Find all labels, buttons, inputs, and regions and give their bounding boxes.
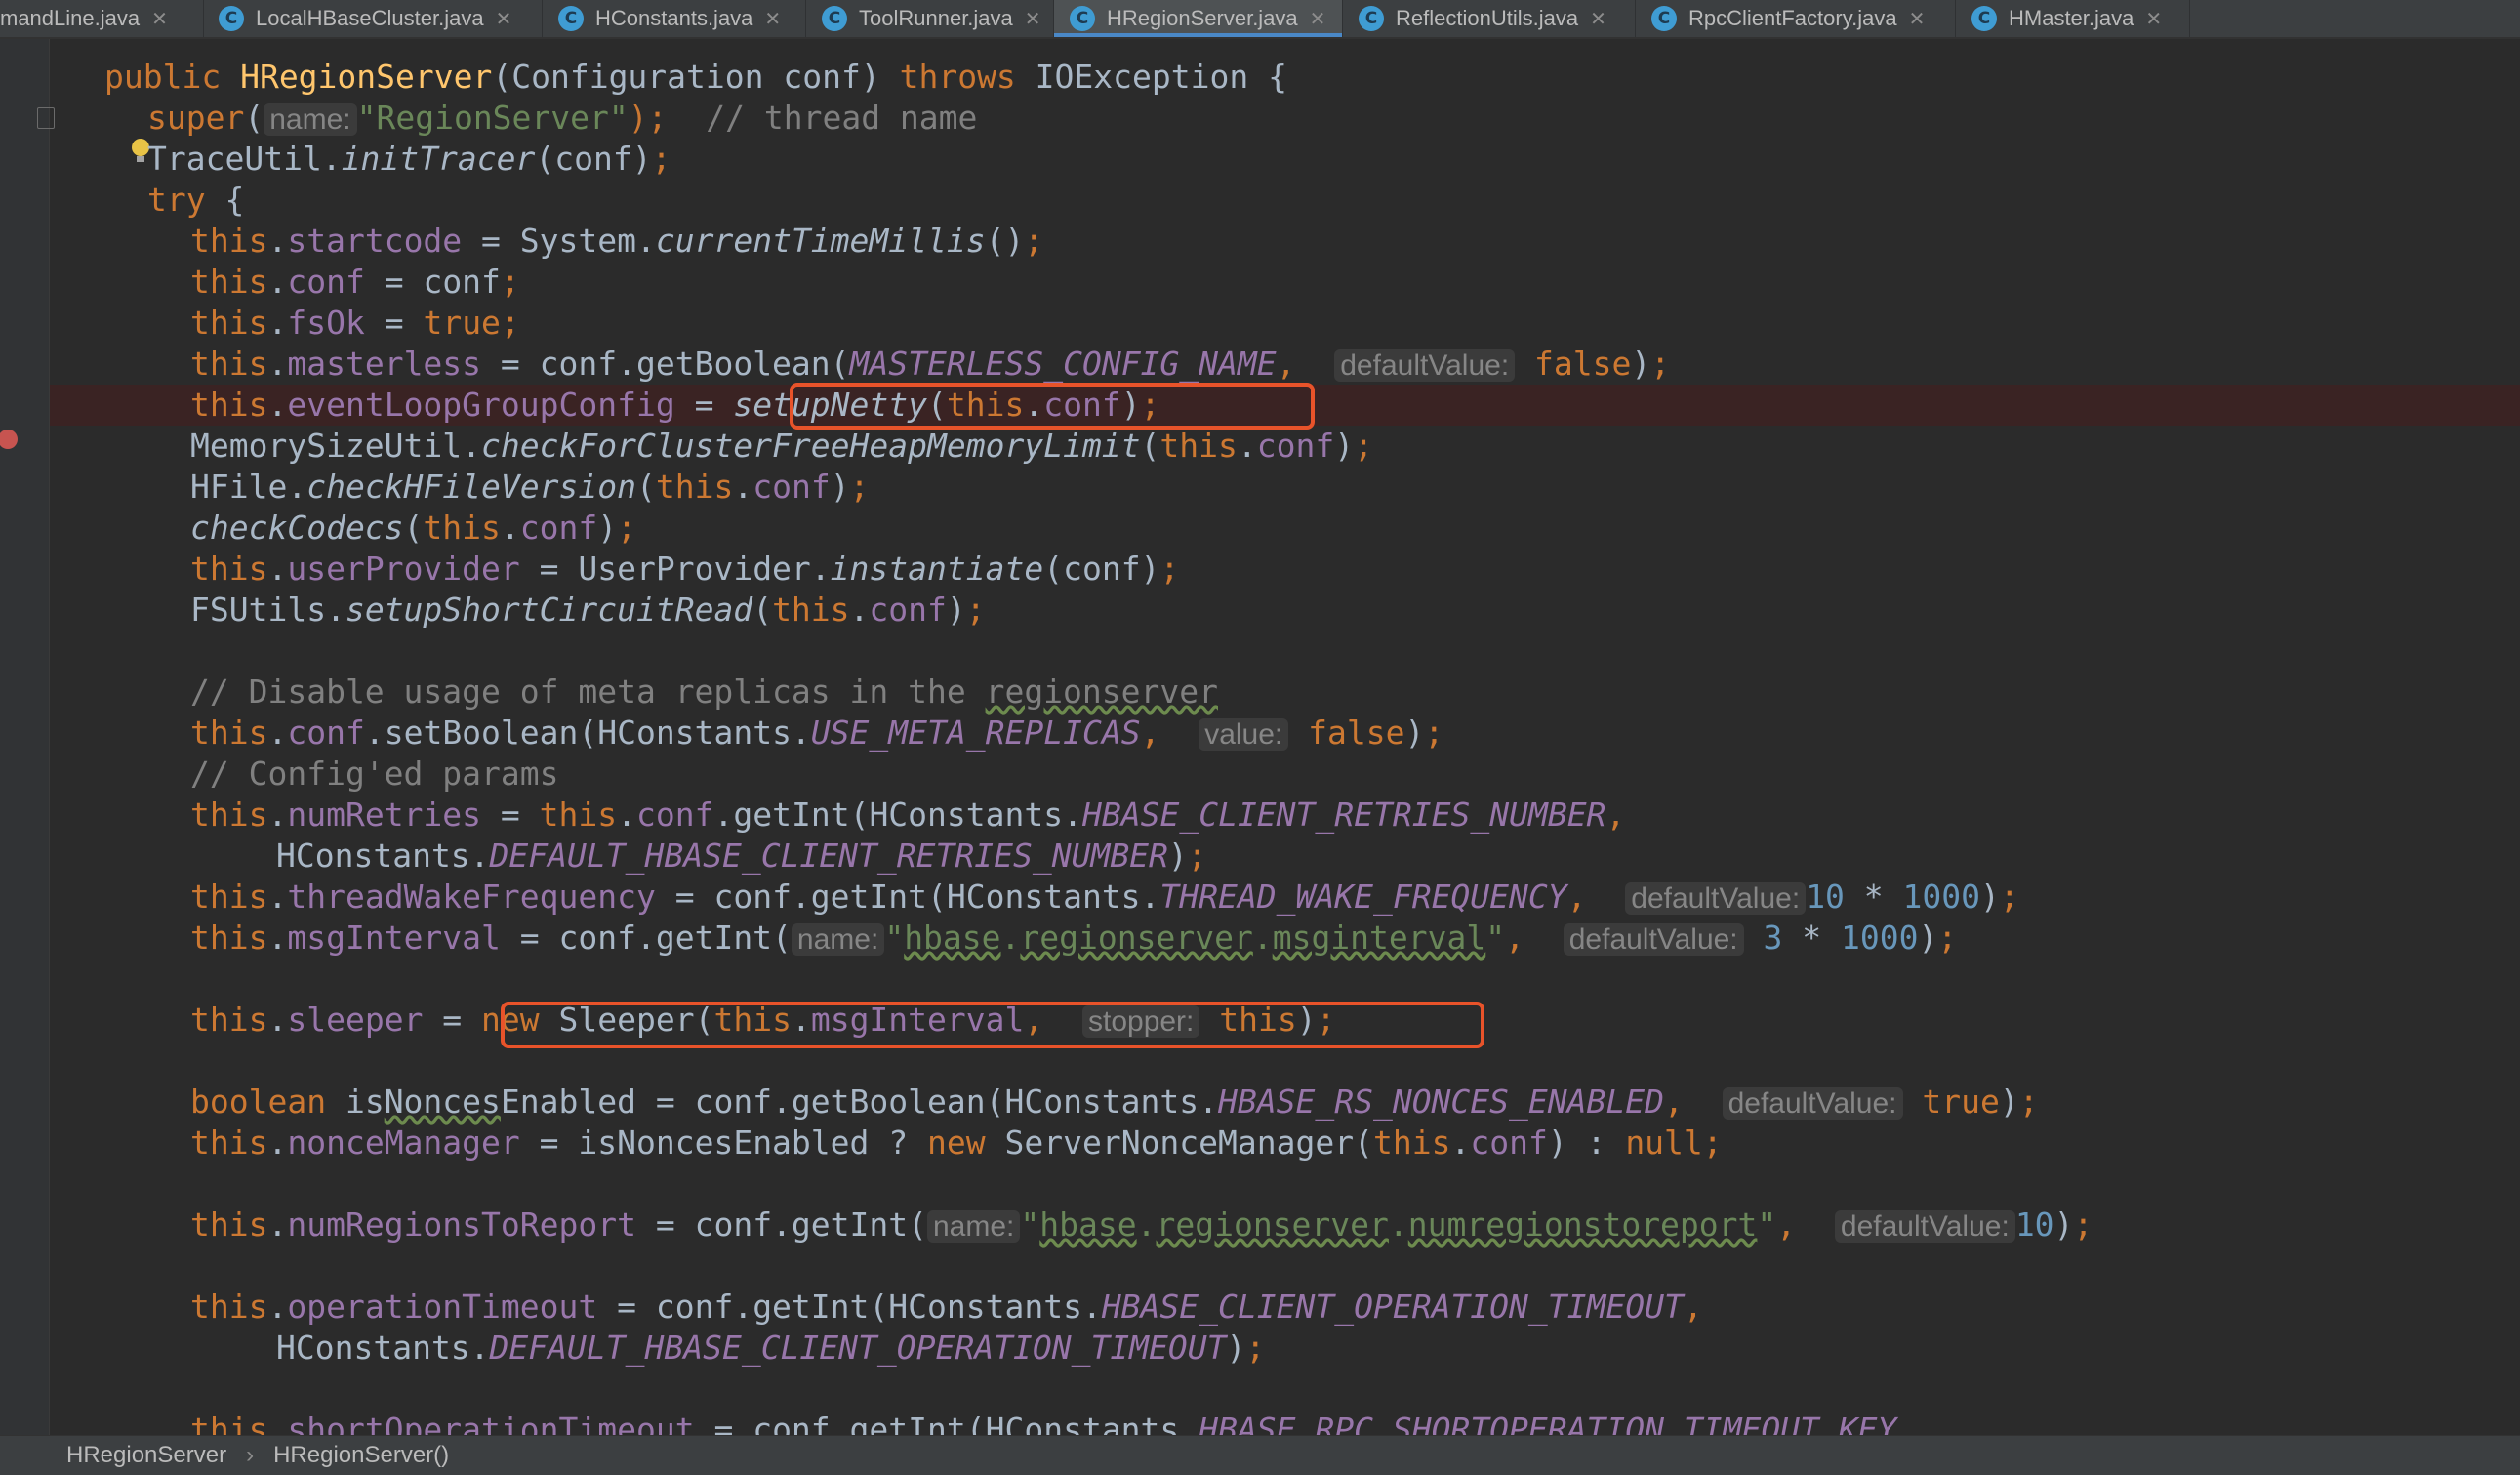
chevron-right-icon: › [246, 1442, 255, 1468]
tab-label: ToolRunner.java [859, 6, 1013, 30]
java-class-icon: C [1971, 6, 1997, 31]
code-line: this.masterless = conf.getBoolean(MASTER… [190, 345, 1671, 383]
close-icon[interactable]: ✕ [1590, 7, 1606, 31]
parameter-hint: name: [264, 103, 357, 136]
java-class-icon: C [558, 6, 584, 31]
code-line: try { [147, 181, 245, 219]
parameter-hint: defaultValue: [1722, 1087, 1903, 1120]
code-line: checkCodecs(this.conf); [190, 509, 637, 547]
code-line: this.conf = conf; [190, 263, 520, 301]
parameter-hint: name: [927, 1210, 1021, 1243]
code-line: this.fsOk = true; [190, 304, 520, 342]
code-line: HFile.checkHFileVersion(this.conf); [190, 468, 870, 506]
parameter-hint: defaultValue: [1834, 1210, 2015, 1243]
tab-label: RpcClientFactory.java [1688, 6, 1897, 30]
parameter-hint: defaultValue: [1334, 349, 1516, 382]
tab-label: HMaster.java [2009, 6, 2134, 30]
tab-label: LocalHBaseCluster.java [256, 6, 484, 30]
close-icon[interactable]: ✕ [1310, 7, 1326, 31]
tab-rpcclientfactory[interactable]: C RpcClientFactory.java ✕ [1636, 0, 1956, 37]
code-line: FSUtils.setupShortCircuitRead(this.conf)… [190, 591, 986, 629]
code-line: TraceUtil.initTracer(conf); [147, 140, 671, 178]
code-line-comment: // Config'ed params [190, 755, 559, 793]
tab-toolrunner[interactable]: C ToolRunner.java ✕ [806, 0, 1054, 37]
tab-hmaster[interactable]: C HMaster.java ✕ [1956, 0, 2190, 37]
code-line: boolean isNoncesEnabled = conf.getBoolea… [190, 1083, 2039, 1121]
code-line: this.msgInterval = conf.getInt(name: "hba… [190, 919, 1958, 957]
tab-reflectionutils[interactable]: C ReflectionUtils.java ✕ [1343, 0, 1636, 37]
code-line: this.userProvider = UserProvider.instant… [190, 550, 1180, 588]
tab-label: HConstants.java [595, 6, 753, 30]
code-line-comment: // Disable usage of meta replicas in the… [190, 673, 1218, 711]
editor-tab-bar: mandLine.java ✕ C LocalHBaseCluster.java… [0, 0, 2520, 39]
breakpoint-icon[interactable] [0, 430, 18, 449]
code-line: super(name: "RegionServer"); // thread na… [147, 99, 978, 137]
java-class-icon: C [1651, 6, 1677, 31]
highlight-box-new-sleeper [501, 1002, 1484, 1048]
java-class-icon: C [1359, 6, 1384, 31]
parameter-hint: value: [1199, 718, 1289, 751]
tab-commandline[interactable]: mandLine.java ✕ [0, 0, 204, 37]
code-line: this.operationTimeout = conf.getInt(HCon… [190, 1288, 1703, 1326]
code-line: this.numRetries = this.conf.getInt(HCons… [190, 796, 1626, 834]
parameter-hint: defaultValue: [1563, 923, 1744, 956]
breadcrumb-method[interactable]: HRegionServer() [273, 1442, 449, 1469]
close-icon[interactable]: ✕ [496, 7, 512, 31]
code-editor[interactable]: public HRegionServer(Configuration conf)… [50, 39, 2520, 1435]
close-icon[interactable]: ✕ [1025, 7, 1041, 31]
close-icon[interactable]: ✕ [1909, 7, 1926, 31]
tab-label: ReflectionUtils.java [1396, 6, 1579, 30]
code-line: this.startcode = System.currentTimeMilli… [190, 222, 1044, 260]
parameter-hint: defaultValue: [1625, 882, 1807, 915]
tab-hregionserver[interactable]: C HRegionServer.java ✕ [1054, 0, 1343, 37]
tab-label: mandLine.java [0, 6, 141, 30]
code-line: this.numRegionsToReport = conf.getInt(na… [190, 1206, 2093, 1244]
code-line: this.conf.setBoolean(HConstants.USE_META… [190, 714, 1444, 752]
code-line: HConstants.DEFAULT_HBASE_CLIENT_RETRIES_… [276, 837, 1207, 875]
breadcrumb: HRegionServer › HRegionServer() [0, 1435, 2520, 1475]
breadcrumb-class[interactable]: HRegionServer [66, 1442, 226, 1469]
parameter-hint: name: [791, 923, 885, 956]
java-class-icon: C [219, 6, 244, 31]
code-line: HConstants.DEFAULT_HBASE_CLIENT_OPERATIO… [276, 1329, 1266, 1367]
code-line: this.shortOperationTimeout = conf.getInt… [190, 1411, 1897, 1435]
tab-hconstants[interactable]: C HConstants.java ✕ [543, 0, 806, 37]
code-line: this.nonceManager = isNoncesEnabled ? ne… [190, 1124, 1723, 1162]
java-class-icon: C [1070, 6, 1095, 31]
java-class-icon: C [822, 6, 847, 31]
close-icon[interactable]: ✕ [2145, 7, 2162, 31]
close-icon[interactable]: ✕ [764, 7, 781, 31]
code-line: this.threadWakeFrequency = conf.getInt(H… [190, 878, 2019, 916]
highlight-box-setup-netty [790, 383, 1315, 430]
close-icon[interactable]: ✕ [151, 7, 168, 31]
tab-label: HRegionServer.java [1107, 6, 1298, 30]
editor-gutter[interactable] [0, 39, 55, 1435]
tab-localhbasecluster[interactable]: C LocalHBaseCluster.java ✕ [203, 0, 543, 37]
code-line: public HRegionServer(Configuration conf)… [104, 58, 1287, 96]
code-line: MemorySizeUtil.checkForClusterFreeHeapMe… [190, 427, 1373, 465]
